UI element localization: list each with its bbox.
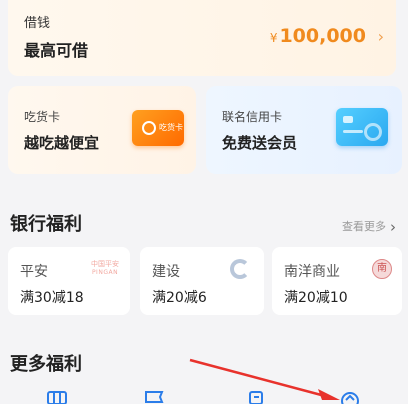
annotation-arrow bbox=[189, 358, 340, 400]
